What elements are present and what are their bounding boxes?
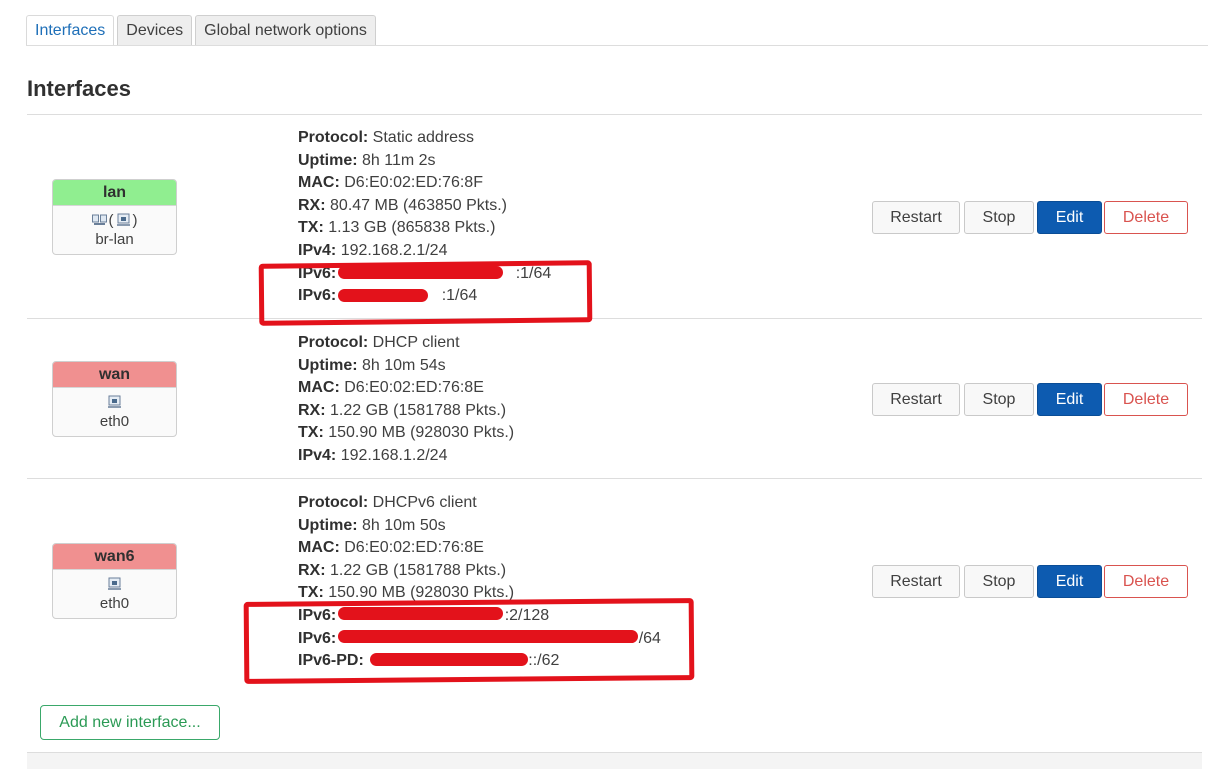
page-title: Interfaces: [27, 76, 131, 101]
device-name: eth0: [99, 595, 130, 612]
restart-button-wan[interactable]: Restart: [872, 383, 960, 416]
redaction-scribble: [370, 653, 528, 666]
status-key: RX:: [298, 561, 326, 579]
status-line: Uptime: 8h 10m 54s: [298, 355, 514, 378]
status-line: MAC: D6:E0:02:ED:76:8F: [298, 172, 551, 195]
delete-button-wan6[interactable]: Delete: [1104, 565, 1188, 598]
restart-button-lan[interactable]: Restart: [872, 201, 960, 234]
tab-devices[interactable]: Devices: [117, 15, 193, 45]
status-line: RX: 1.22 GB (1581788 Pkts.): [298, 400, 514, 423]
status-line: TX: 150.90 MB (928030 Pkts.): [298, 422, 514, 445]
status-value: 8h 10m 54s: [362, 356, 446, 374]
status-value: Static address: [372, 129, 475, 146]
status-value: 80.47 MB (463850 Pkts.): [330, 196, 507, 214]
status-key: Uptime:: [298, 356, 358, 374]
status-value: 1.22 GB (1581788 Pkts.): [330, 561, 507, 579]
interface-name: wan: [53, 362, 176, 388]
row-divider: [27, 478, 1202, 479]
status-key: MAC:: [298, 379, 340, 397]
status-key: Protocol:: [298, 494, 369, 511]
delete-button-lan[interactable]: Delete: [1104, 201, 1188, 234]
interface-name: wan6: [53, 544, 176, 570]
status-line: RX: 1.22 GB (1581788 Pkts.): [298, 560, 661, 583]
stop-button-wan6[interactable]: Stop: [964, 565, 1034, 598]
ethernet-port-icon: [116, 213, 130, 226]
tab-global-network-options[interactable]: Global network options: [195, 15, 376, 45]
edit-button-lan[interactable]: Edit: [1037, 201, 1102, 234]
bridge-icon: [91, 214, 107, 225]
status-key: RX:: [298, 401, 326, 419]
status-key: Protocol:: [298, 334, 369, 351]
status-line: IPv4: 192.168.2.1/24: [298, 240, 551, 263]
status-key: IPv4:: [298, 446, 337, 464]
status-key: TX:: [298, 424, 324, 442]
status-value: D6:E0:02:ED:76:8F: [344, 174, 483, 192]
status-value: 8h 11m 2s: [362, 151, 436, 169]
status-key: IPv4:: [298, 241, 337, 259]
status-line: Uptime: 8h 11m 2s: [298, 150, 551, 173]
device-icons: [53, 390, 176, 414]
status-value: 150.90 MB (928030 Pkts.): [328, 424, 515, 442]
device-name: eth0: [99, 413, 130, 430]
status-value: DHCPv6 client: [372, 494, 477, 511]
status-value: 8h 10m 50s: [362, 516, 446, 534]
redaction-scribble: [338, 266, 503, 279]
redaction-scribble: [338, 630, 638, 643]
edit-button-wan[interactable]: Edit: [1037, 383, 1102, 416]
status-value: D6:E0:02:ED:76:8E: [344, 379, 484, 397]
status-value: 1.22 GB (1581788 Pkts.): [330, 401, 507, 419]
status-value: 1.13 GB (865838 Pkts.): [328, 219, 496, 237]
status-key: Uptime:: [298, 151, 358, 169]
status-line: Uptime: 8h 10m 50s: [298, 515, 661, 538]
ethernet-port-icon: [108, 395, 121, 408]
status-value: 150.90 MB (928030 Pkts.): [328, 584, 515, 602]
status-value: D6:E0:02:ED:76:8E: [344, 539, 484, 557]
status-line: TX: 1.13 GB (865838 Pkts.): [298, 217, 551, 240]
interface-badge-wan6[interactable]: wan6 eth0: [52, 543, 177, 619]
status-line: Protocol: DHCPv6 client: [298, 492, 661, 515]
stop-button-lan[interactable]: Stop: [964, 201, 1034, 234]
tab-divider: [26, 45, 1208, 46]
status-key: Protocol:: [298, 129, 369, 146]
restart-button-wan6[interactable]: Restart: [872, 565, 960, 598]
status-line: MAC: D6:E0:02:ED:76:8E: [298, 377, 514, 400]
tab-bar: Interfaces Devices Global network option…: [26, 15, 379, 45]
status-line: IPv4: 192.168.1.2/24: [298, 445, 514, 468]
status-key: RX:: [298, 196, 326, 214]
interface-badge-lan[interactable]: lan ( ) br-lan: [52, 179, 177, 255]
status-value: DHCP client: [372, 334, 460, 351]
status-key: TX:: [298, 584, 324, 602]
status-line: Protocol: Static address: [298, 127, 551, 150]
row-divider: [27, 318, 1202, 319]
paren-close: ): [132, 211, 138, 229]
add-new-interface-button[interactable]: Add new interface...: [40, 705, 220, 740]
interface-name: lan: [53, 180, 176, 206]
interface-status-wan: Protocol: DHCP client Uptime: 8h 10m 54s…: [298, 332, 514, 468]
row-divider: [27, 114, 1202, 115]
device-name: br-lan: [95, 231, 134, 248]
status-line: MAC: D6:E0:02:ED:76:8E: [298, 537, 661, 560]
device-icons: ( ): [53, 208, 176, 232]
redaction-scribble: [338, 289, 428, 302]
status-line: Protocol: DHCP client: [298, 332, 514, 355]
stop-button-wan[interactable]: Stop: [964, 383, 1034, 416]
delete-button-wan[interactable]: Delete: [1104, 383, 1188, 416]
status-line: RX: 80.47 MB (463850 Pkts.): [298, 195, 551, 218]
status-key: MAC:: [298, 539, 340, 557]
status-value: 192.168.1.2/24: [340, 446, 448, 464]
interface-badge-wan[interactable]: wan eth0: [52, 361, 177, 437]
status-key: MAC:: [298, 174, 340, 192]
paren-open: (: [108, 211, 114, 229]
redaction-scribble: [338, 607, 503, 620]
status-value: 192.168.2.1/24: [340, 241, 448, 259]
footer-bar: [27, 752, 1202, 769]
tab-interfaces[interactable]: Interfaces: [26, 15, 115, 45]
status-key: Uptime:: [298, 516, 358, 534]
device-icons: [53, 572, 176, 596]
status-key: TX:: [298, 219, 324, 237]
edit-button-wan6[interactable]: Edit: [1037, 565, 1102, 598]
ethernet-port-icon: [108, 577, 121, 590]
